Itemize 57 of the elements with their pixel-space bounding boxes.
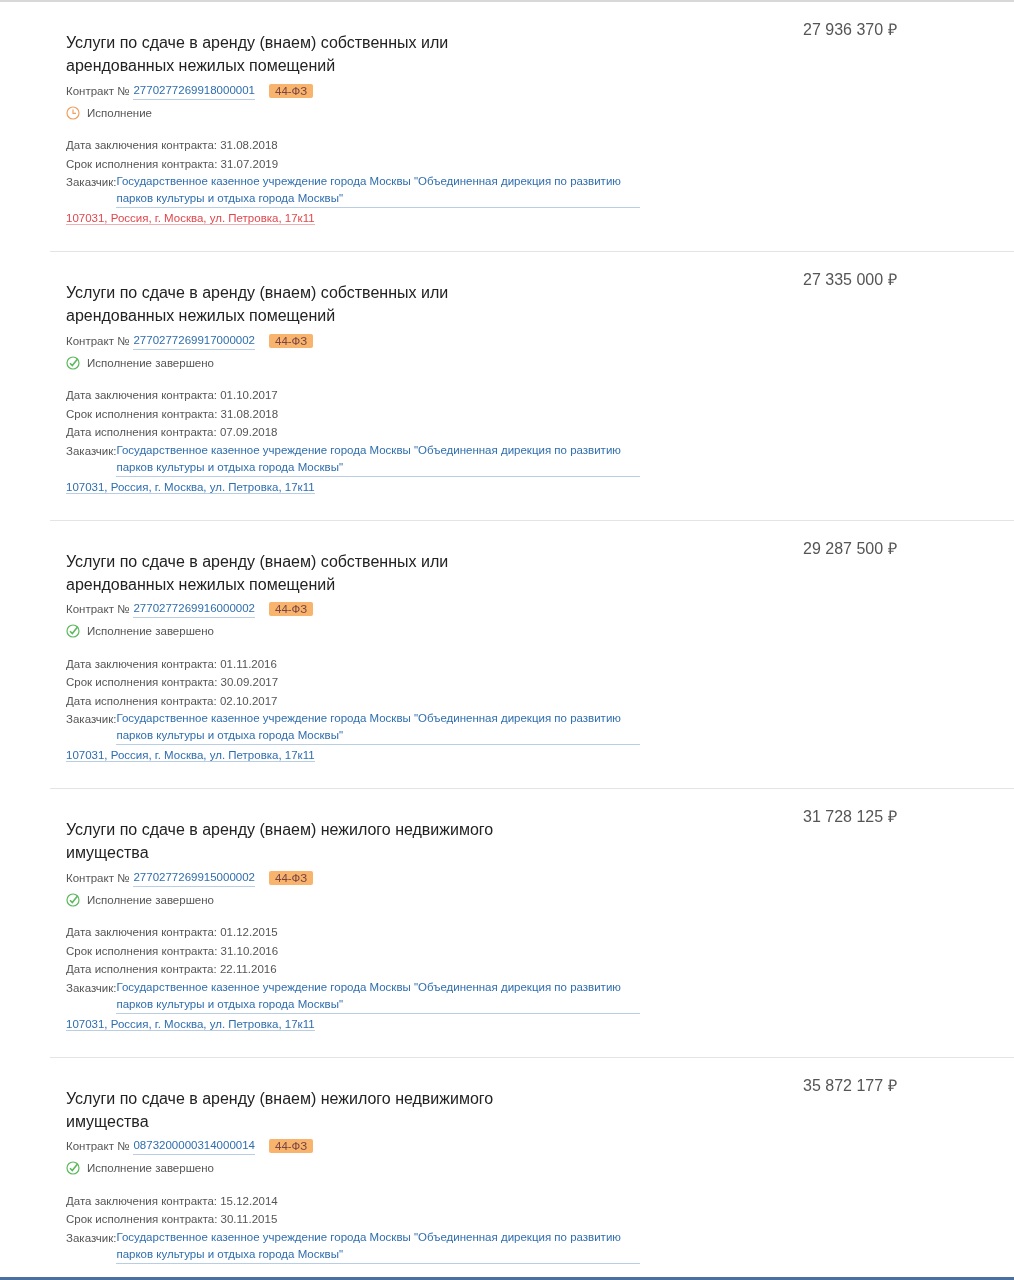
date-text: Срок исполнения контракта: 30.09.2017 bbox=[66, 675, 280, 690]
date-text: Срок исполнения контракта: 31.07.2019 bbox=[66, 156, 280, 172]
customer-link[interactable]: Государственное казенное учреждение города Москвы "Объединенная дирекция по развитию парков культуры и отдыха города Москвы" bbox=[116, 1228, 641, 1264]
date-text: Дата заключения контракта: 31.08.2018 bbox=[66, 138, 279, 153]
customer-label: Заказчик: bbox=[66, 980, 117, 996]
customer-label: Заказчик: bbox=[66, 443, 117, 459]
status-text: Исполнение завершено bbox=[87, 356, 215, 369]
price: 31 728 125 ₽ bbox=[803, 807, 897, 827]
customer-label: Заказчик: bbox=[66, 712, 117, 727]
price: 35 872 177 ₽ bbox=[803, 1075, 897, 1096]
law-badge: 44-ФЗ bbox=[269, 602, 314, 616]
law-badge: 44-ФЗ bbox=[269, 83, 314, 98]
contract-label: Контракт № bbox=[66, 603, 130, 615]
date-text: Срок исполнения контракта: 31.08.2018 bbox=[66, 406, 280, 422]
date-text: Дата заключения контракта: 01.12.2015 bbox=[66, 925, 279, 940]
contract-title: Услуги по сдаче в аренду (внаем) собственных или арендованных нежилых помещений bbox=[66, 551, 450, 595]
price: 27 335 000 ₽ bbox=[803, 270, 897, 290]
status-text: Исполнение завершено bbox=[87, 893, 215, 906]
date-text: Дата заключения контракта: 01.11.2016 bbox=[66, 656, 278, 672]
law-badge: 44-ФЗ bbox=[269, 870, 314, 885]
contract-title: Услуги по сдаче в аренду (внаем) нежилого недвижимого имущества bbox=[66, 820, 495, 863]
date-text: Дата заключения контракта: 15.12.2014 bbox=[66, 1193, 279, 1209]
status-text: Исполнение завершено bbox=[87, 1162, 215, 1174]
address-link[interactable]: 107031, Россия, г. Москва, ул. Петровка, 17к11 bbox=[66, 1017, 315, 1031]
address-link[interactable]: 107031, Россия, г. Москва, ул. Петровка, 17к11 bbox=[66, 480, 315, 494]
law-badge: 44-ФЗ bbox=[269, 1139, 314, 1153]
contract-number-link[interactable]: 2770277269915000002 bbox=[133, 868, 255, 887]
customer-link[interactable]: Государственное казенное учреждение города Москвы "Объединенная дирекция по развитию парков культуры и отдыха города Москвы" bbox=[116, 173, 641, 208]
price: 27 936 370 ₽ bbox=[803, 20, 897, 40]
contract-title: Услуги по сдаче в аренду (внаем) собственных или арендованных нежилых помещений bbox=[66, 283, 450, 326]
address-link[interactable]: 107031, Россия, г. Москва, ул. Петровка, 17к11 bbox=[66, 749, 315, 762]
contract-label: Контракт № bbox=[66, 84, 130, 97]
status-text: Исполнение завершено bbox=[87, 625, 215, 637]
date-text: Дата исполнения контракта: 02.10.2017 bbox=[66, 693, 279, 709]
contract-number-link[interactable]: 2770277269918000001 bbox=[133, 81, 255, 100]
price: 29 287 500 ₽ bbox=[803, 538, 897, 559]
contract-number-link[interactable]: 2770277269916000002 bbox=[133, 600, 255, 618]
customer-link[interactable]: Государственное казенное учреждение города Москвы "Объединенная дирекция по развитию парков культуры и отдыха города Москвы" bbox=[116, 710, 641, 745]
date-text: Дата исполнения контракта: 22.11.2016 bbox=[66, 962, 278, 977]
customer-link[interactable]: Государственное казенное учреждение города Москвы "Объединенная дирекция по развитию парков культуры и отдыха города Москвы" bbox=[116, 441, 641, 477]
customer-link[interactable]: Государственное казенное учреждение города Москвы "Объединенная дирекция по развитию парков культуры и отдыха города Москвы" bbox=[116, 978, 641, 1014]
contract-label: Контракт № bbox=[66, 871, 130, 884]
contract-number-link[interactable]: 2770277269917000002 bbox=[133, 331, 255, 350]
date-text: Дата заключения контракта: 01.10.2017 bbox=[66, 388, 279, 403]
contract-label: Контракт № bbox=[66, 334, 130, 347]
customer-label: Заказчик: bbox=[66, 1230, 117, 1246]
address-link[interactable]: 107031, Россия, г. Москва, ул. Петровка, 17к11 bbox=[66, 212, 315, 225]
date-text: Дата исполнения контракта: 07.09.2018 bbox=[66, 425, 279, 440]
date-text: Срок исполнения контракта: 31.10.2016 bbox=[66, 943, 280, 959]
law-badge: 44-ФЗ bbox=[269, 333, 314, 348]
contract-label: Контракт № bbox=[66, 1140, 130, 1152]
contract-title: Услуги по сдаче в аренду (внаем) нежилого недвижимого имущества bbox=[66, 1088, 495, 1132]
contract-title: Услуги по сдаче в аренду (внаем) собственных или арендованных нежилых помещений bbox=[66, 33, 450, 76]
date-text: Срок исполнения контракта: 30.11.2015 bbox=[66, 1212, 279, 1227]
customer-label: Заказчик: bbox=[66, 175, 117, 190]
contract-number-link[interactable]: 0873200000314000014 bbox=[133, 1137, 255, 1155]
status-text: Исполнение bbox=[87, 106, 152, 119]
